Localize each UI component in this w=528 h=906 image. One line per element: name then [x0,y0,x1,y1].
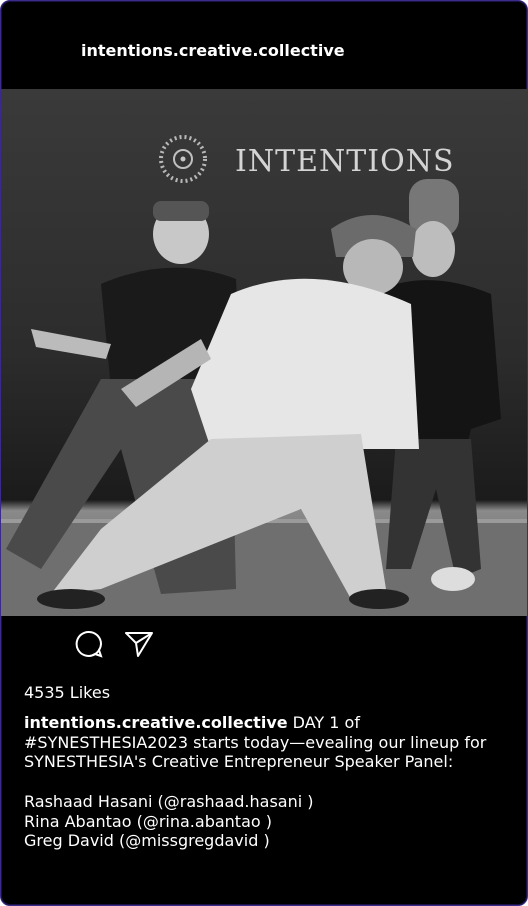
comment-icon[interactable] [73,628,105,660]
post-caption: intentions.creative.collective DAY 1 of … [24,713,514,772]
banner-text: INTENTIONS [235,144,455,179]
likes-count[interactable]: 4535 Likes [24,683,110,702]
post-card: intentions.creative.collective INTENTION [0,0,528,906]
share-icon[interactable] [123,628,155,660]
post-username[interactable]: intentions.creative.collective [81,41,345,60]
mention-line[interactable]: Rina Abantao (@rina.abantao ) [24,812,314,832]
post-header: intentions.creative.collective [1,1,527,89]
dance-photo-illustration: INTENTIONS [1,89,527,616]
mention-line[interactable]: Greg David (@missgregdavid ) [24,831,314,851]
caption-username[interactable]: intentions.creative.collective [24,713,288,732]
mentions-list: Rashaad Hasani (@rashaad.hasani ) Rina A… [24,792,314,851]
action-bar [1,616,527,676]
post-image[interactable]: INTENTIONS [1,89,527,616]
mention-line[interactable]: Rashaad Hasani (@rashaad.hasani ) [24,792,314,812]
